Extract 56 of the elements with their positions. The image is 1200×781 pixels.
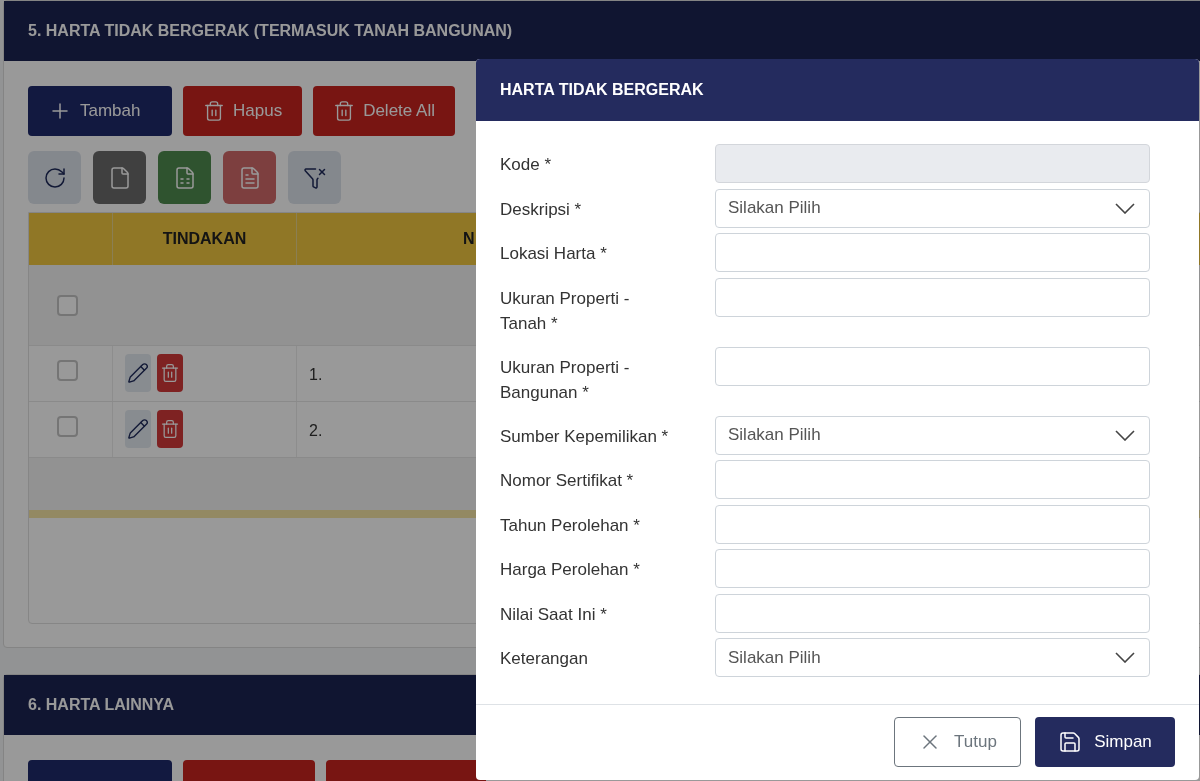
select-field[interactable]: Silakan Pilih bbox=[715, 415, 1150, 455]
checkbox[interactable] bbox=[57, 360, 78, 381]
chevron-down-icon bbox=[1115, 429, 1135, 441]
chevron-down-icon bbox=[1115, 202, 1135, 214]
delete-button[interactable]: Hapus bbox=[183, 86, 303, 136]
field-label: Ukuran Properti - Bangunan * bbox=[499, 356, 631, 404]
field-label: Ukuran Properti - Tanah * bbox=[499, 287, 631, 335]
field-label: Kode * bbox=[499, 154, 553, 176]
clear-filter-icon bbox=[302, 165, 327, 190]
table-cell: 1. bbox=[309, 366, 323, 383]
select-field[interactable]: Silakan Pilih bbox=[715, 188, 1150, 228]
save-icon bbox=[1058, 730, 1083, 754]
field-label: Tahun Perolehan * bbox=[499, 514, 641, 537]
section-title: 5. HARTA TIDAK BERGERAK (TERMASUK TANAH BANGUNAN) bbox=[28, 21, 513, 41]
field-label: Keterangan bbox=[499, 648, 589, 670]
select-field[interactable]: Silakan Pilih bbox=[715, 638, 1150, 677]
column-header: N bbox=[463, 229, 475, 249]
delete-button[interactable]: Delete All bbox=[313, 86, 455, 136]
input-field[interactable] bbox=[715, 346, 1150, 386]
input-field[interactable] bbox=[715, 504, 1150, 544]
field-label: Sumber Kepemilikan * bbox=[499, 425, 670, 448]
input-field[interactable] bbox=[715, 460, 1150, 499]
input-field[interactable] bbox=[715, 593, 1150, 633]
save-button[interactable]: Simpan bbox=[1035, 717, 1175, 767]
pencil-icon bbox=[127, 418, 149, 440]
refresh-button[interactable] bbox=[28, 151, 81, 204]
input-field[interactable] bbox=[715, 549, 1150, 588]
field-label: Harga Perolehan * bbox=[499, 559, 641, 581]
table-cell: 2. bbox=[309, 422, 323, 439]
checkbox[interactable] bbox=[57, 294, 78, 316]
input-field[interactable] bbox=[715, 144, 1150, 183]
field-label: Nilai Saat Ini * bbox=[499, 603, 608, 626]
export-button[interactable] bbox=[93, 151, 146, 204]
trash-icon bbox=[203, 100, 225, 122]
trash-icon bbox=[160, 419, 180, 439]
refresh-icon bbox=[42, 165, 67, 190]
edit-button[interactable] bbox=[125, 410, 151, 448]
chevron-down-icon bbox=[1115, 652, 1135, 663]
pdf-button[interactable] bbox=[223, 151, 276, 204]
trash-icon bbox=[333, 100, 356, 122]
trash-icon bbox=[160, 363, 180, 383]
column-header: TINDAKAN bbox=[162, 229, 247, 249]
excel-button[interactable] bbox=[158, 151, 211, 204]
input-field[interactable] bbox=[715, 277, 1150, 317]
section-title: 6. HARTA LAINNYA bbox=[28, 695, 175, 715]
field-label: Lokasi Harta * bbox=[499, 243, 608, 265]
edit-button[interactable] bbox=[125, 354, 151, 392]
add-button[interactable]: Tambah bbox=[28, 86, 172, 136]
pencil-icon bbox=[127, 362, 149, 384]
clear-filter-button[interactable] bbox=[288, 151, 341, 204]
checkbox[interactable] bbox=[57, 416, 78, 437]
dialog-title: HARTA TIDAK BERGERAK bbox=[500, 80, 704, 100]
close-button[interactable]: Tutup bbox=[894, 717, 1021, 767]
input-field[interactable] bbox=[715, 233, 1150, 272]
field-label: Deskripsi * bbox=[499, 198, 583, 221]
field-label: Nomor Sertifikat * bbox=[499, 470, 635, 492]
